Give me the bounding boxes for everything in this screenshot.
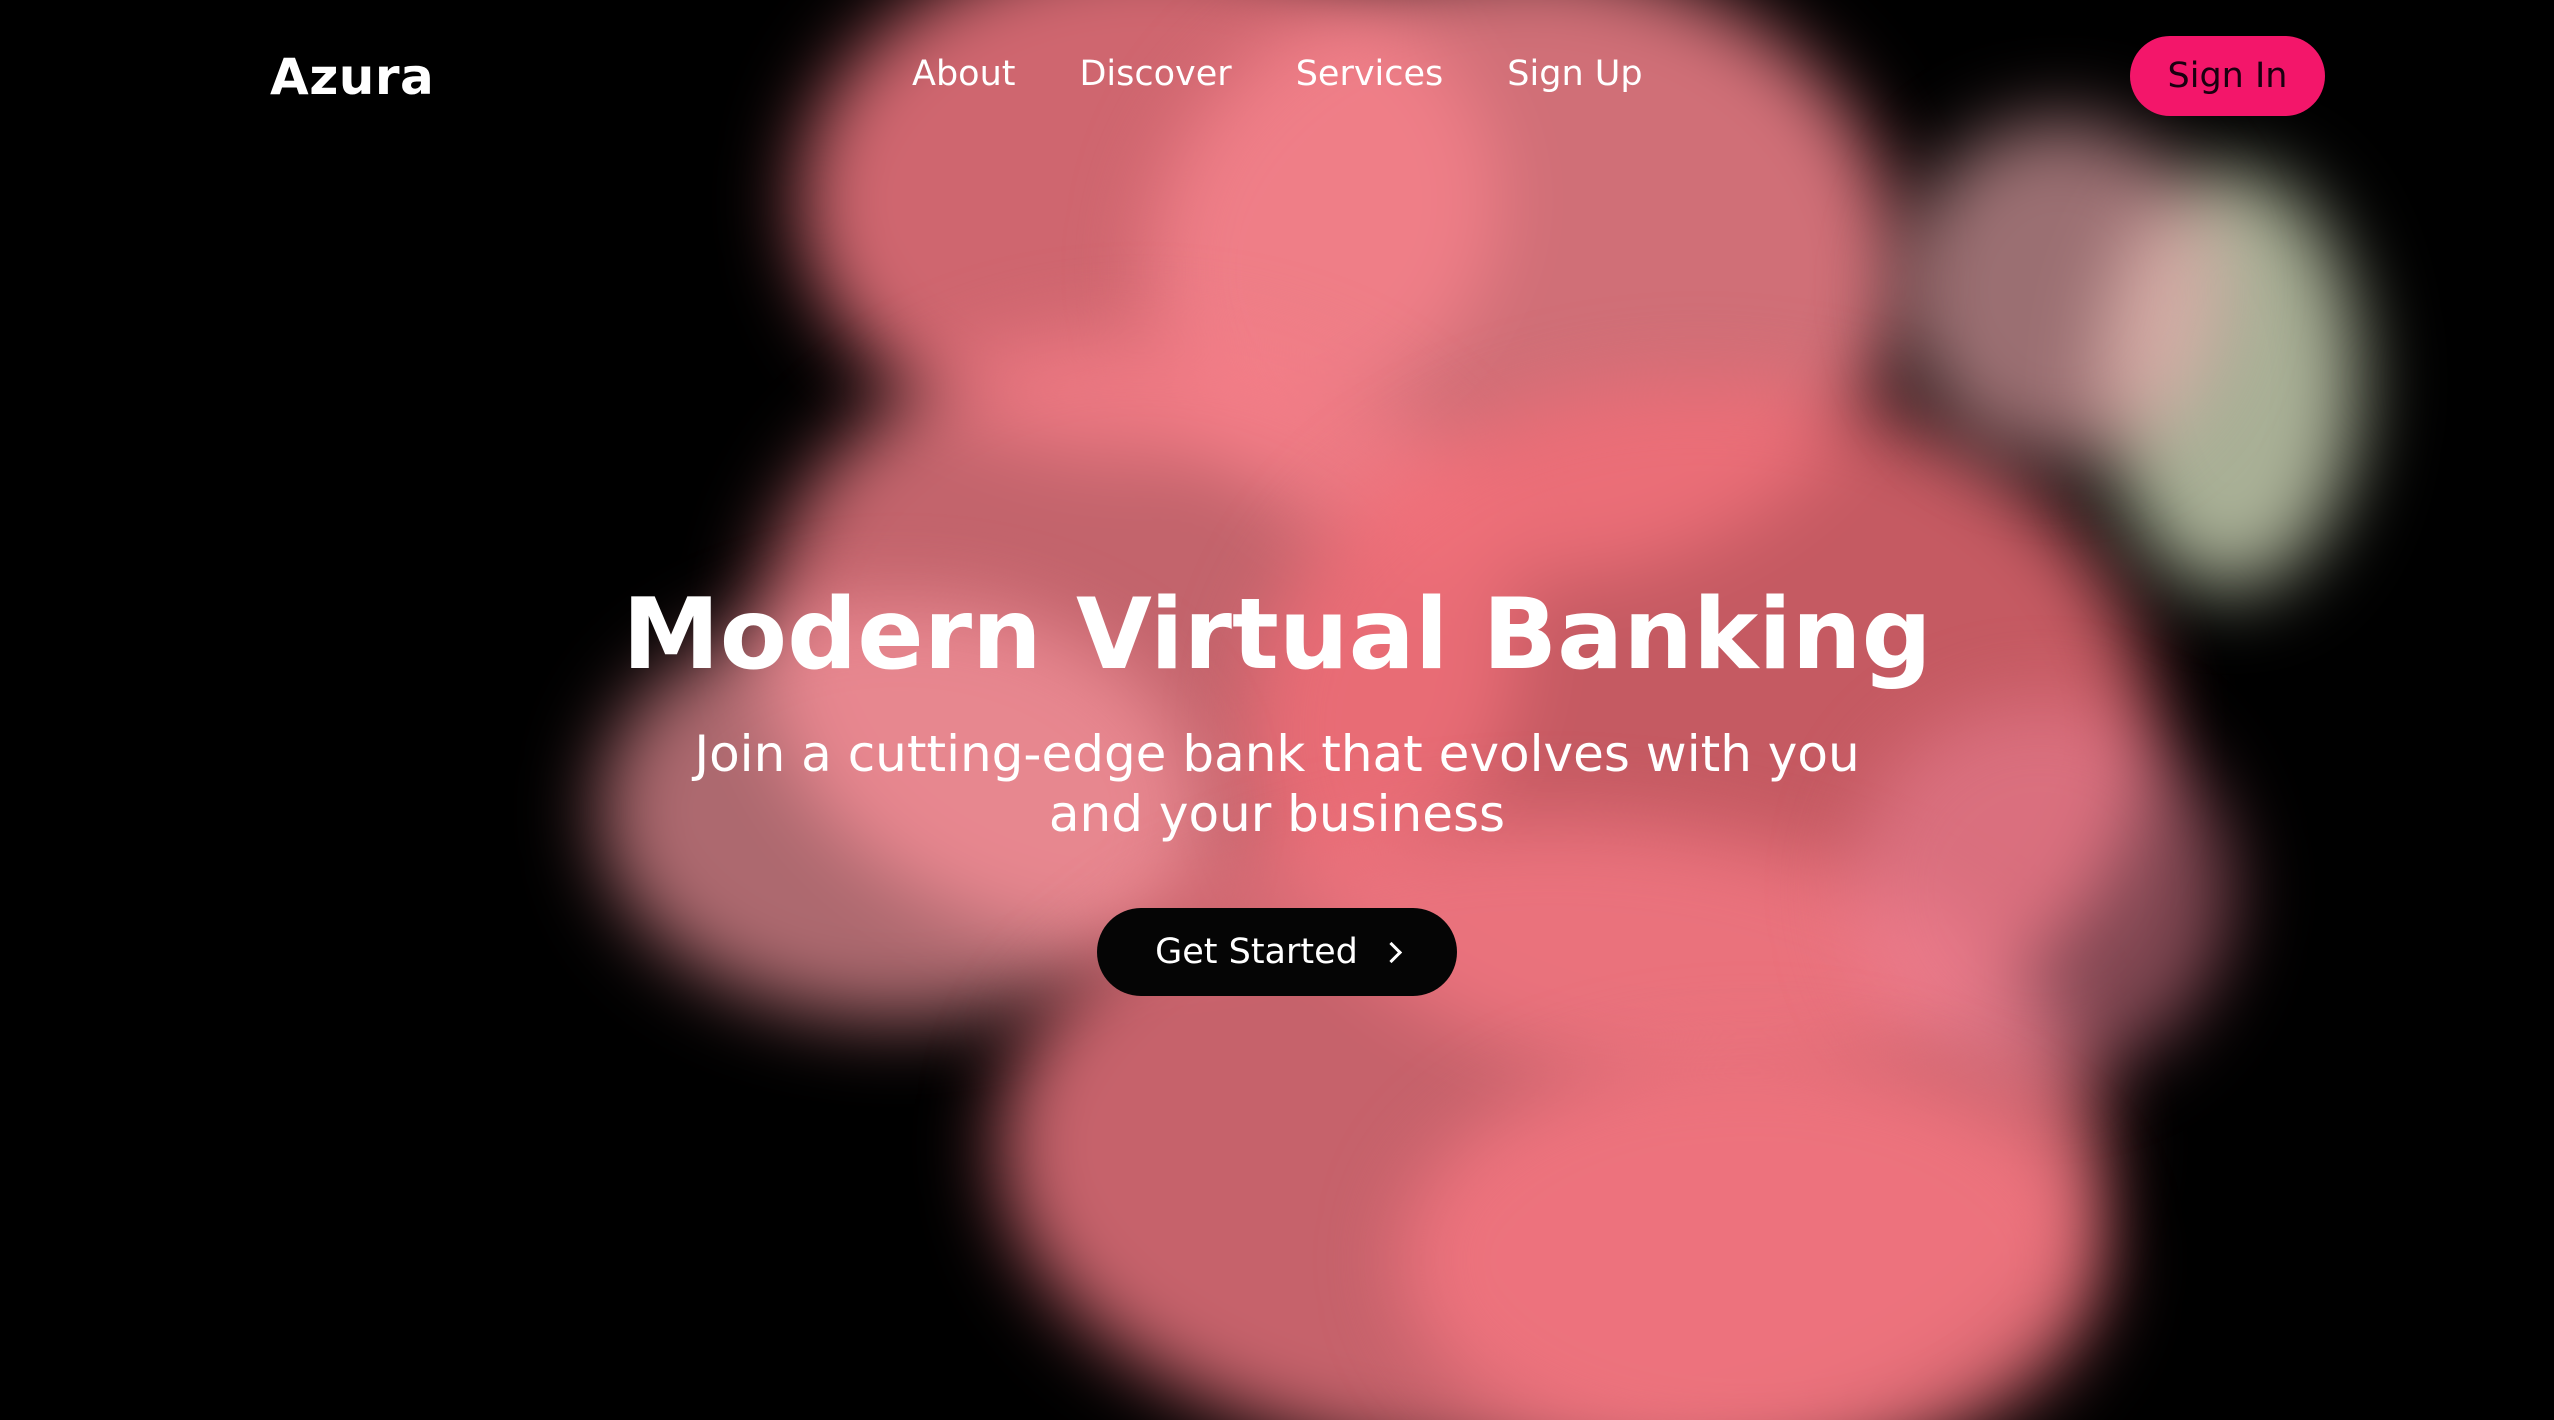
hero-headline: Modern Virtual Banking — [622, 578, 1932, 692]
brand-logo[interactable]: Azura — [270, 48, 434, 106]
get-started-label: Get Started — [1155, 932, 1358, 972]
chevron-right-icon — [1380, 941, 1402, 963]
nav-link-about[interactable]: About — [912, 54, 1015, 94]
nav-link-discover[interactable]: Discover — [1079, 54, 1231, 94]
get-started-button[interactable]: Get Started — [1097, 908, 1457, 996]
nav-link-sign-up[interactable]: Sign Up — [1507, 54, 1642, 94]
sign-in-button[interactable]: Sign In — [2130, 36, 2325, 116]
hero-subheadline: Join a cutting-edge bank that evolves wi… — [694, 725, 1860, 843]
nav-links: About Discover Services Sign Up — [912, 54, 1643, 94]
top-navigation: Azura About Discover Services Sign Up Si… — [0, 0, 2554, 152]
hero-content: Modern Virtual Banking Join a cutting-ed… — [0, 570, 2554, 996]
hero-section: Azura About Discover Services Sign Up Si… — [0, 0, 2554, 1420]
nav-link-services[interactable]: Services — [1296, 54, 1444, 94]
